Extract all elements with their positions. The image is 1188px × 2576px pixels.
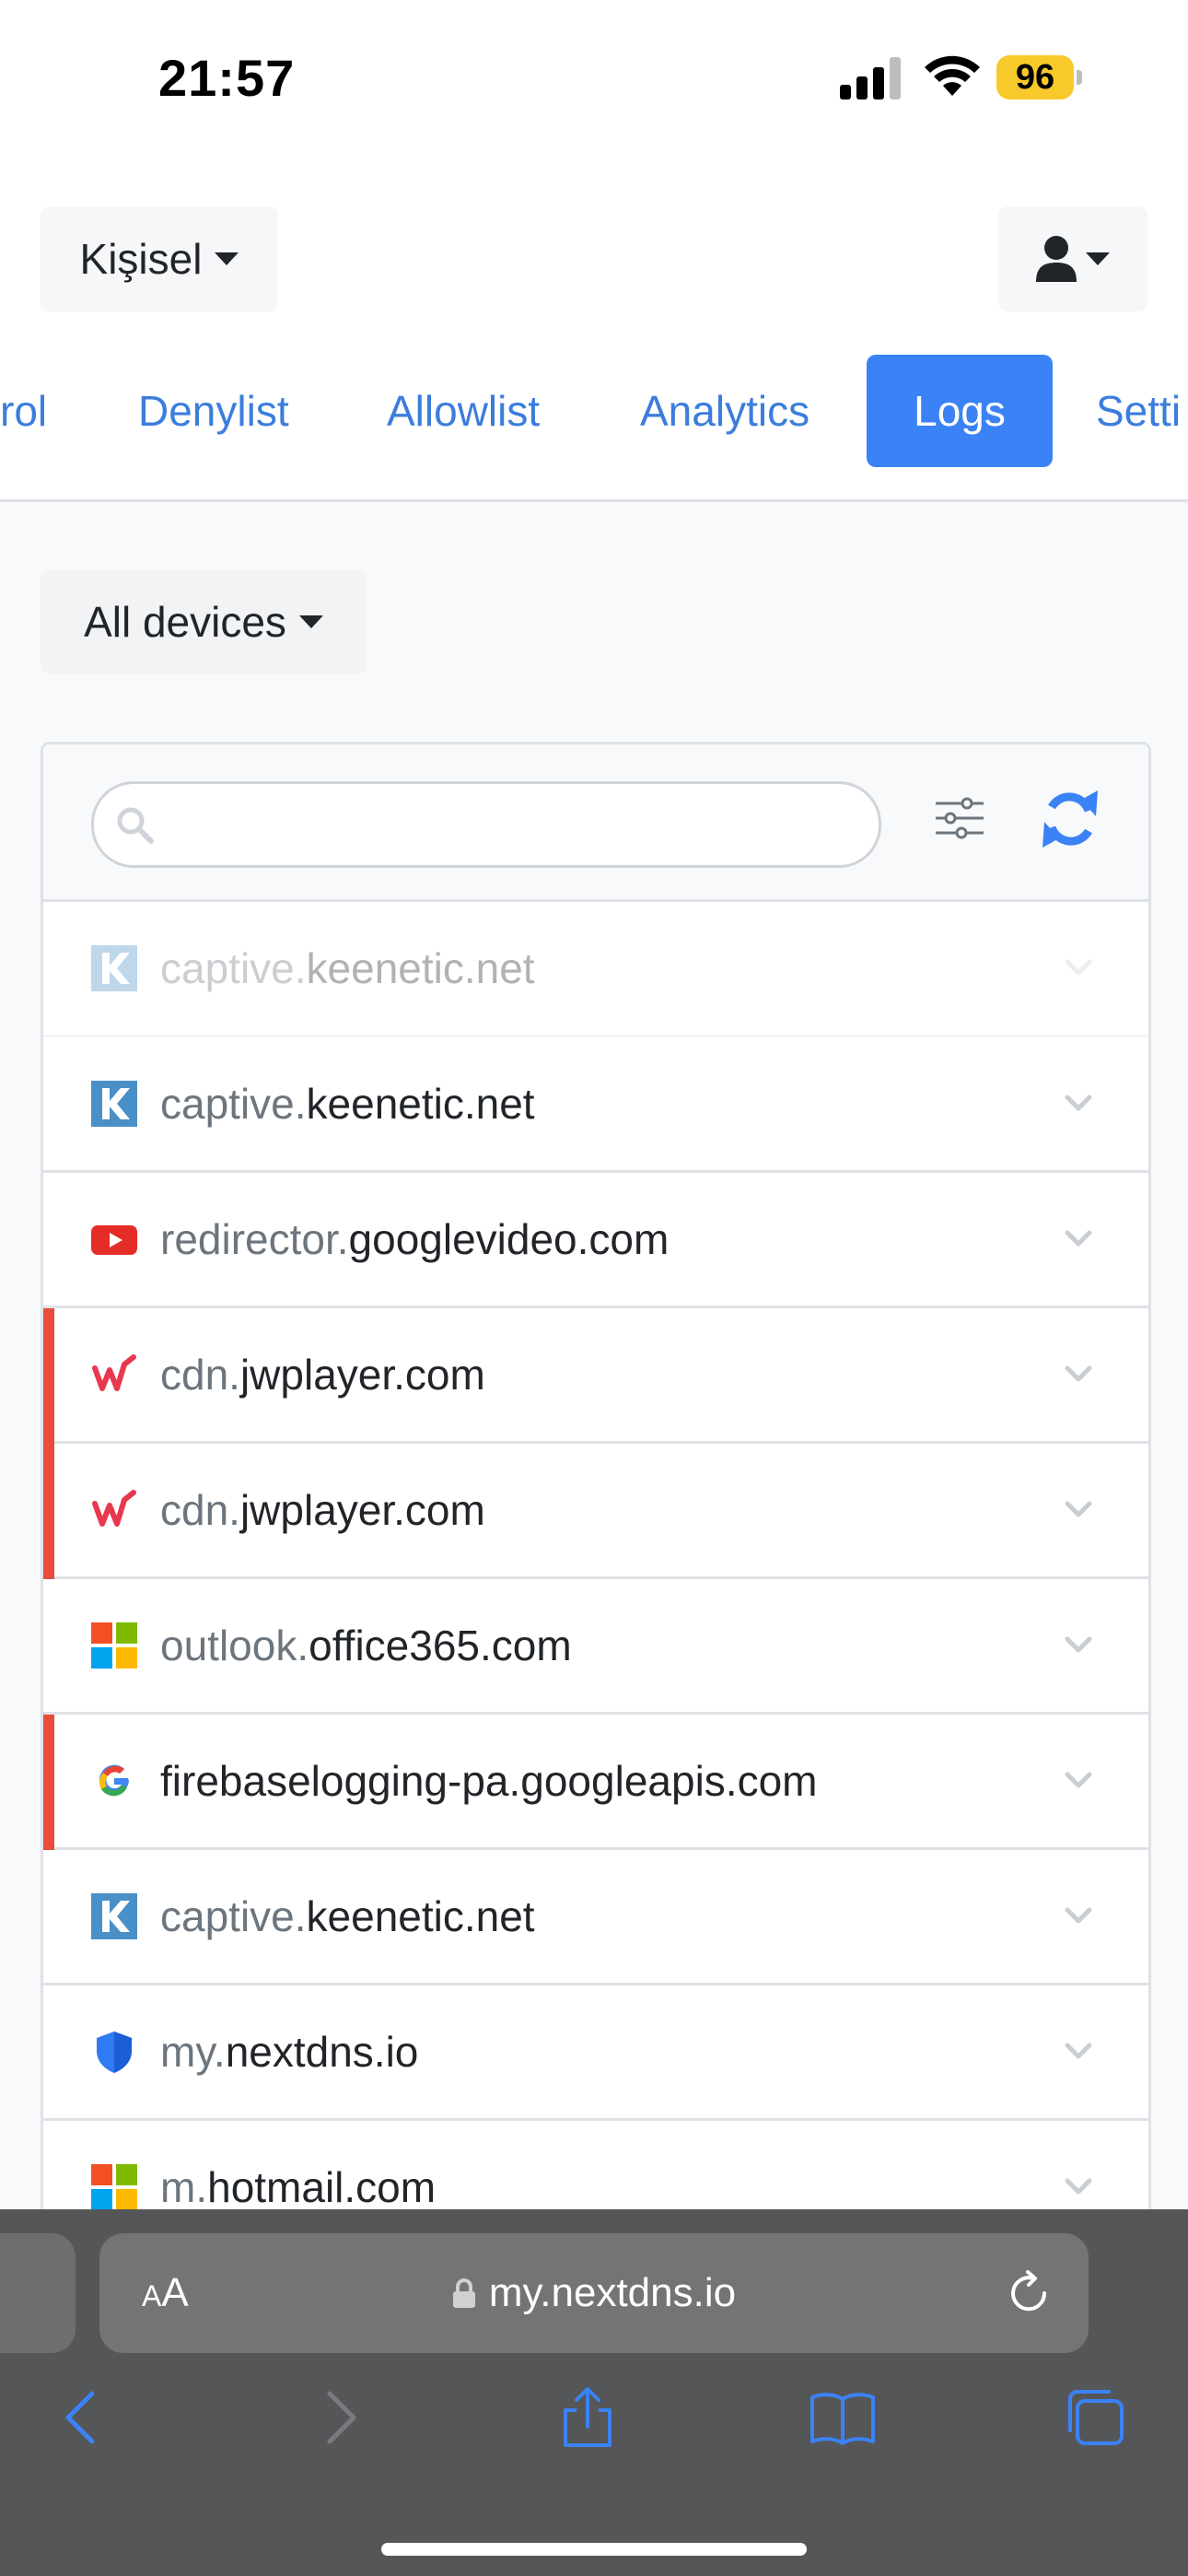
tab-parental-control[interactable]: rol bbox=[0, 355, 47, 467]
caret-down-icon bbox=[1086, 252, 1110, 265]
log-domain: firebaselogging-pa.googleapis.com bbox=[160, 1757, 818, 1805]
keenetic-icon bbox=[91, 1893, 137, 1939]
keenetic-icon bbox=[91, 945, 137, 991]
url-display: my.nextdns.io bbox=[99, 2233, 1089, 2353]
microsoft-icon bbox=[91, 2164, 137, 2210]
chevron-down-icon bbox=[1065, 1365, 1092, 1382]
log-domain: redirector.googlevideo.com bbox=[160, 1215, 670, 1263]
caret-down-icon bbox=[215, 252, 239, 265]
log-row[interactable]: captive.keenetic.net bbox=[43, 902, 1148, 1037]
tab-denylist[interactable]: Denylist bbox=[138, 355, 289, 467]
profile-label: Kişisel bbox=[79, 235, 203, 283]
search-icon bbox=[117, 807, 154, 844]
home-indicator bbox=[381, 2543, 807, 2556]
log-row-blocked[interactable]: firebaselogging-pa.googleapis.com bbox=[43, 1715, 1148, 1850]
log-row[interactable]: captive.keenetic.net bbox=[43, 1850, 1148, 1985]
address-bar[interactable]: AA my.nextdns.io bbox=[99, 2233, 1089, 2353]
previous-tab-preview[interactable] bbox=[0, 2233, 76, 2353]
devices-label: All devices bbox=[84, 598, 286, 646]
jwplayer-icon bbox=[92, 1354, 136, 1391]
share-icon[interactable] bbox=[556, 2386, 619, 2449]
filter-sliders-icon[interactable] bbox=[932, 790, 987, 846]
battery-icon: 96 bbox=[996, 55, 1082, 101]
chevron-down-icon bbox=[1065, 2178, 1092, 2195]
tab-logs[interactable]: Logs bbox=[867, 355, 1053, 467]
tab-analytics[interactable]: Analytics bbox=[640, 355, 809, 467]
chevron-down-icon bbox=[1065, 1230, 1092, 1247]
url-text: my.nextdns.io bbox=[488, 2270, 737, 2315]
chevron-down-icon bbox=[1065, 1501, 1092, 1517]
log-list: captive.keenetic.net captive.keenetic.ne… bbox=[43, 902, 1148, 2219]
status-bar: 21:57 96 bbox=[0, 0, 1188, 157]
chevron-down-icon bbox=[1065, 2043, 1092, 2059]
caret-down-icon bbox=[298, 615, 323, 628]
log-row[interactable]: captive.keenetic.net bbox=[43, 1037, 1148, 1173]
user-icon bbox=[1036, 236, 1077, 282]
chevron-down-icon bbox=[1065, 1772, 1092, 1788]
wifi-icon bbox=[925, 55, 980, 96]
chevron-down-icon bbox=[1065, 1636, 1092, 1653]
log-row[interactable]: m.hotmail.com bbox=[43, 2121, 1148, 2219]
log-domain: cdn.jwplayer.com bbox=[160, 1486, 485, 1534]
refresh-icon[interactable] bbox=[1041, 787, 1100, 851]
microsoft-icon bbox=[91, 1622, 137, 1669]
bookmarks-icon[interactable] bbox=[809, 2386, 877, 2449]
tabs-icon[interactable] bbox=[1063, 2386, 1125, 2449]
status-time: 21:57 bbox=[158, 49, 296, 107]
log-domain: captive.keenetic.net bbox=[160, 944, 535, 992]
tab-settings[interactable]: Setti bbox=[1096, 355, 1181, 467]
back-icon[interactable] bbox=[52, 2386, 114, 2449]
search-box[interactable] bbox=[91, 781, 881, 868]
signal-icon bbox=[840, 57, 901, 100]
search-input[interactable] bbox=[168, 793, 853, 854]
logs-card: captive.keenetic.net captive.keenetic.ne… bbox=[41, 742, 1151, 2221]
log-domain: captive.keenetic.net bbox=[160, 1080, 535, 1128]
log-domain: my.nextdns.io bbox=[160, 2028, 419, 2076]
log-row[interactable]: outlook.office365.com bbox=[43, 1579, 1148, 1715]
nextdns-shield-icon bbox=[97, 2032, 132, 2073]
log-row[interactable]: my.nextdns.io bbox=[43, 1985, 1148, 2121]
log-row-blocked[interactable]: cdn.jwplayer.com bbox=[43, 1444, 1148, 1579]
log-row[interactable]: redirector.googlevideo.com bbox=[43, 1173, 1148, 1308]
chevron-down-icon bbox=[1065, 1907, 1092, 1924]
log-row-blocked[interactable]: cdn.jwplayer.com bbox=[43, 1308, 1148, 1444]
lock-icon bbox=[452, 2278, 475, 2308]
browser-toolbar: AA my.nextdns.io bbox=[0, 2209, 1188, 2576]
forward-icon[interactable] bbox=[308, 2386, 370, 2449]
battery-level: 96 bbox=[1015, 58, 1055, 97]
nav-tabs: rol Denylist Allowlist Analytics Logs Se… bbox=[0, 355, 1188, 470]
log-domain: cdn.jwplayer.com bbox=[160, 1351, 485, 1399]
log-domain: m.hotmail.com bbox=[160, 2163, 437, 2211]
logs-toolbar bbox=[43, 744, 1148, 902]
youtube-icon bbox=[91, 1225, 137, 1255]
devices-dropdown-button[interactable]: All devices bbox=[41, 569, 367, 674]
log-domain: captive.keenetic.net bbox=[160, 1892, 535, 1940]
google-icon bbox=[99, 1764, 129, 1797]
chevron-down-icon bbox=[1065, 959, 1092, 976]
user-menu-button[interactable] bbox=[998, 206, 1147, 311]
jwplayer-icon bbox=[92, 1490, 136, 1527]
log-domain: outlook.office365.com bbox=[160, 1622, 572, 1669]
chevron-down-icon bbox=[1065, 1095, 1092, 1111]
tab-allowlist[interactable]: Allowlist bbox=[387, 355, 540, 467]
keenetic-icon bbox=[91, 1081, 137, 1127]
profile-dropdown-button[interactable]: Kişisel bbox=[41, 206, 278, 311]
reload-icon[interactable] bbox=[1004, 2268, 1054, 2318]
